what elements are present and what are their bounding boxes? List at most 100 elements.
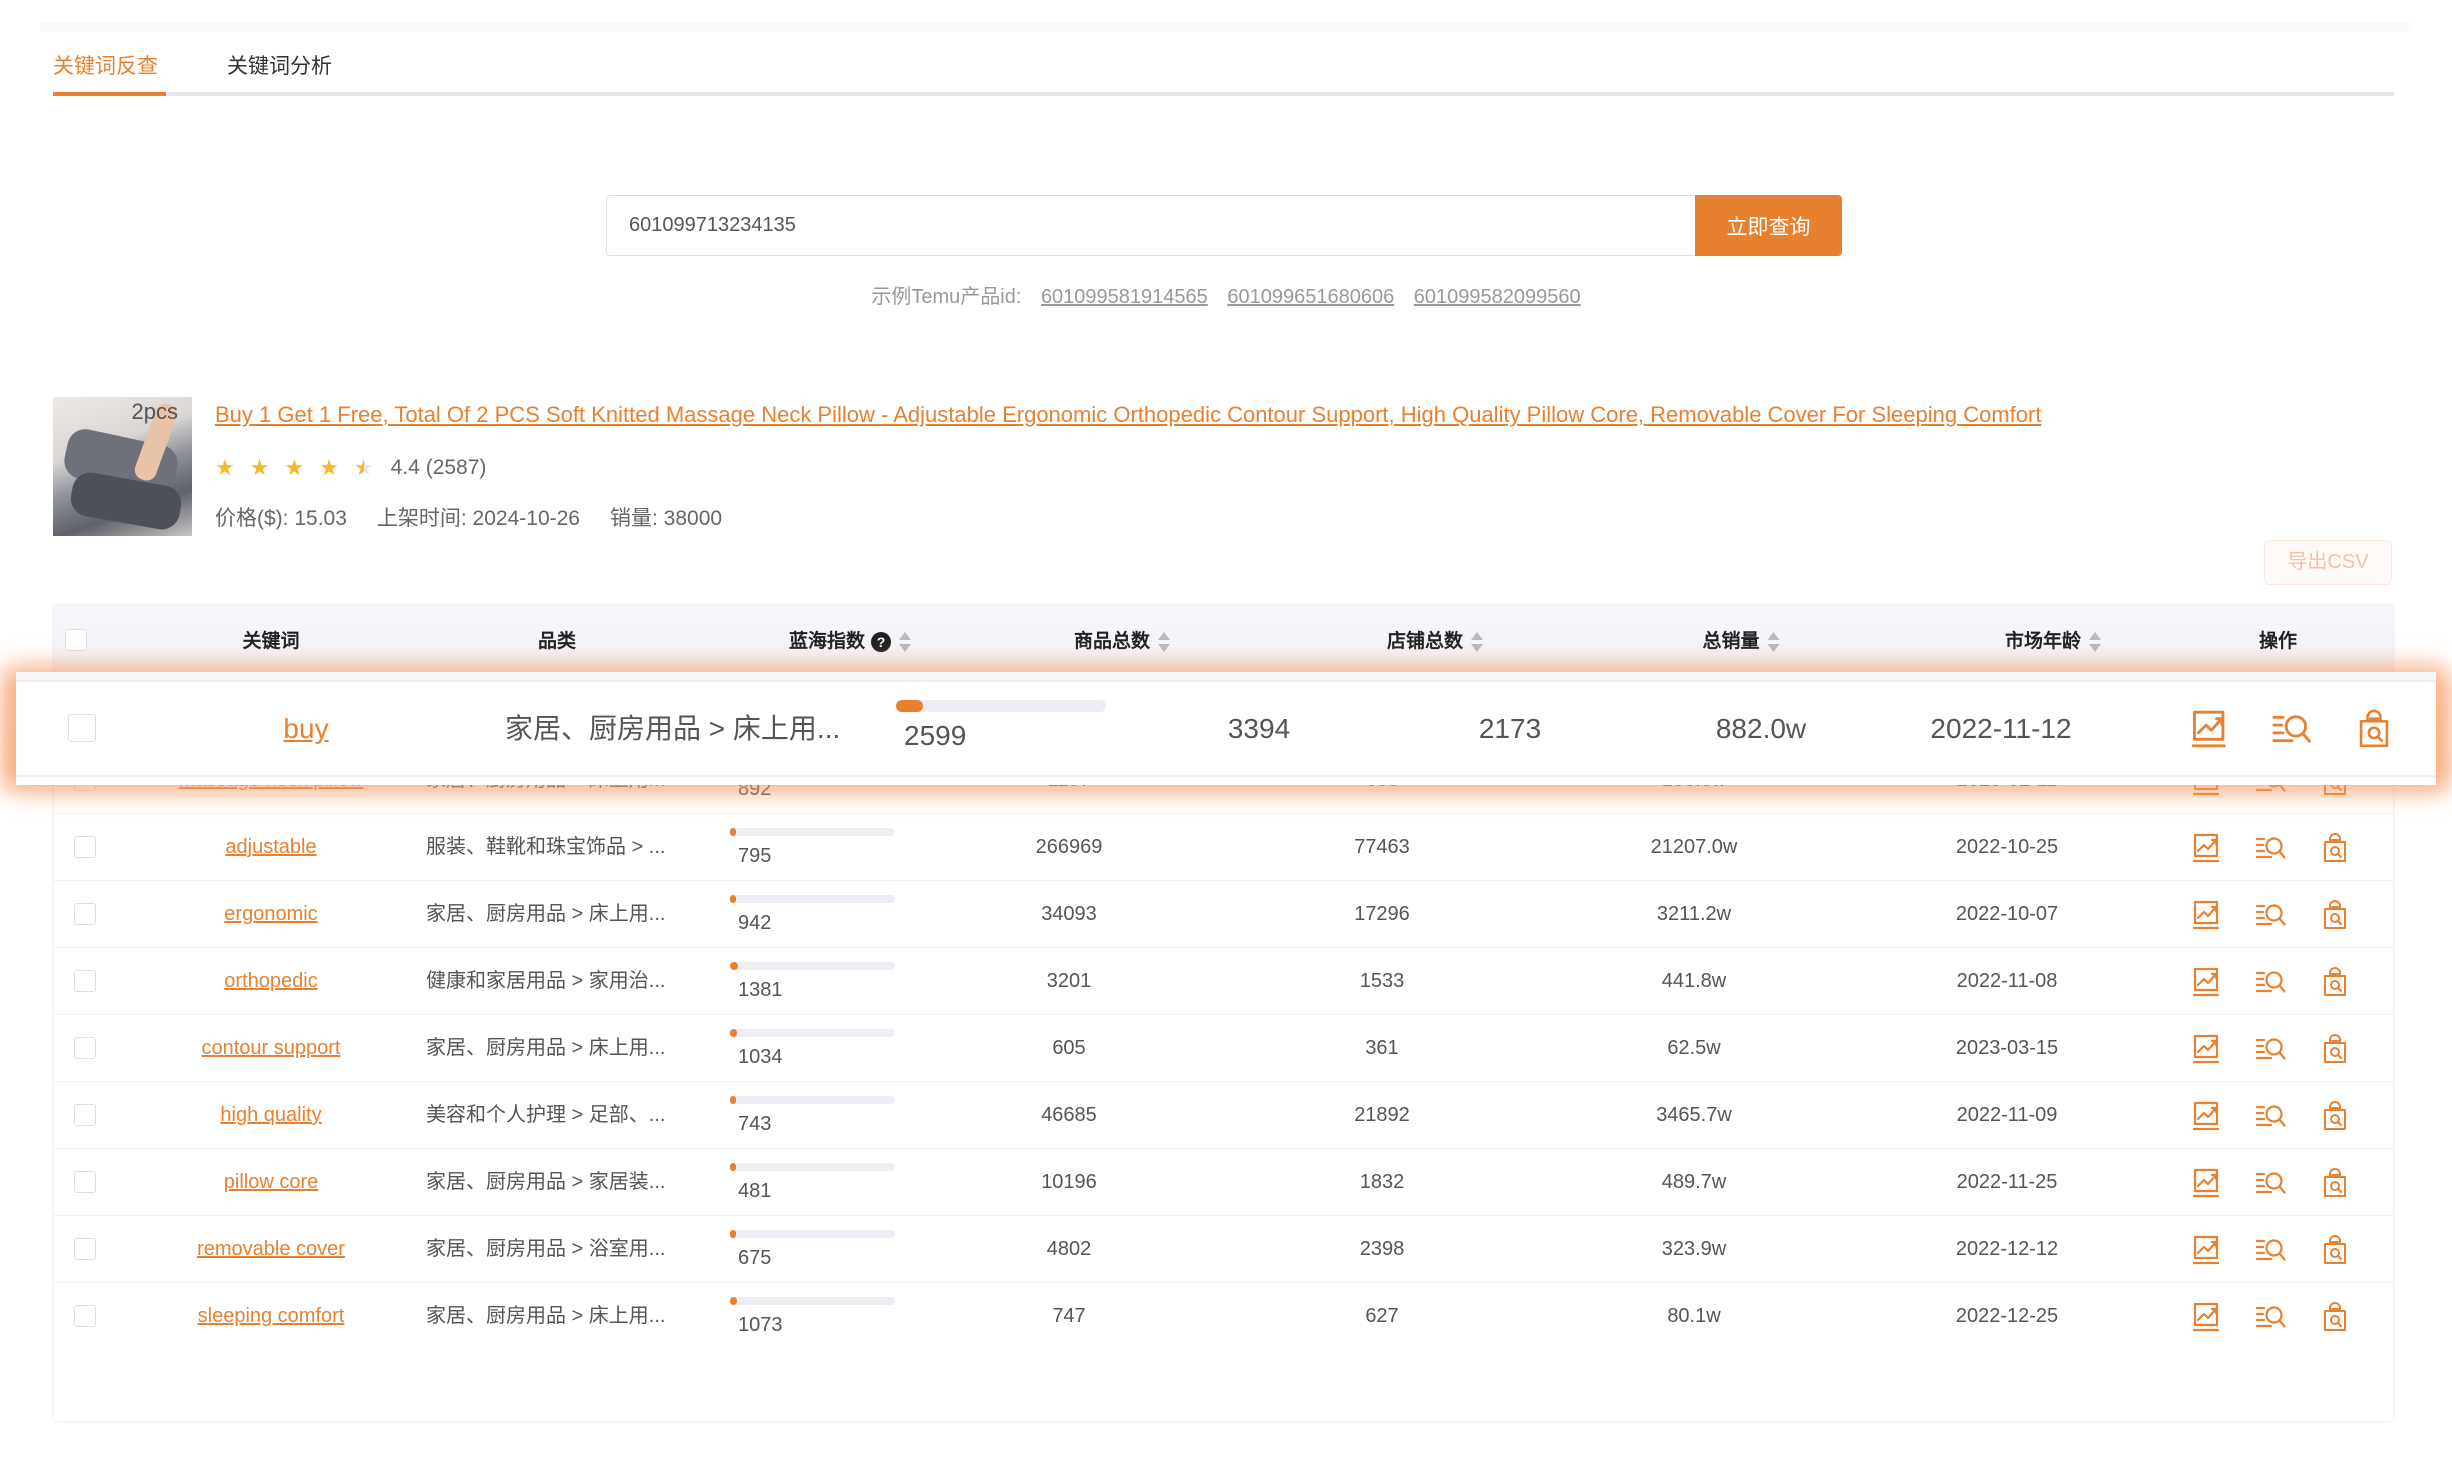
product-count: 3394 [1227, 713, 1291, 744]
product-image[interactable]: 2pcs [53, 397, 192, 536]
search-button[interactable]: 立即查询 [1695, 195, 1842, 256]
bag-search-button[interactable] [2318, 1166, 2352, 1200]
row-checkbox[interactable] [68, 714, 96, 742]
product-title-link[interactable]: Buy 1 Get 1 Free, Total Of 2 PCS Soft Kn… [215, 402, 2041, 428]
blue-ocean-index: 743 [730, 1096, 895, 1136]
tab-keyword-reverse-lookup[interactable]: 关键词反查 [53, 50, 158, 80]
index-bar-track [730, 962, 895, 970]
trend-chart-button[interactable] [2190, 1099, 2224, 1133]
trend-chart-button[interactable] [2190, 831, 2224, 865]
category-text: 家居、厨房用品 > 床上用... [426, 903, 666, 925]
list-search-button[interactable] [2254, 1032, 2288, 1066]
row-checkbox[interactable] [74, 1305, 96, 1327]
list-search-button[interactable] [2254, 898, 2288, 932]
bag-search-button[interactable] [2318, 1233, 2352, 1267]
market-age: 2023-03-15 [1955, 1037, 2059, 1059]
keyword-link[interactable]: sleeping comfort [198, 1283, 345, 1350]
bag-search-icon [2324, 1234, 2346, 1264]
index-bar-track [730, 1029, 895, 1037]
bag-search-icon [2359, 709, 2389, 747]
market-age: 2022-12-25 [1955, 1305, 2059, 1327]
bag-search-button[interactable] [2318, 1099, 2352, 1133]
row-checkbox[interactable] [74, 1171, 96, 1193]
keyword-link[interactable]: orthopedic [224, 948, 317, 1015]
header-label: 操作 [2258, 631, 2298, 652]
example-id-link[interactable]: 601099581914565 [1041, 286, 1208, 308]
sort-icon[interactable] [2089, 631, 2102, 652]
star-icon: ★ [319, 455, 339, 480]
trend-chart-button[interactable] [2190, 1166, 2224, 1200]
total-sales: 3211.2w [1656, 903, 1732, 925]
trend-chart-button[interactable] [2190, 1032, 2224, 1066]
index-bar-fill [730, 1029, 737, 1037]
table-row: sleeping comfort 家居、厨房用品 > 床上用... 1073 7… [54, 1282, 2393, 1349]
list-search-icon [2255, 970, 2286, 993]
keyword-link[interactable]: adjustable [225, 814, 316, 881]
index-value: 1073 [738, 1314, 783, 1336]
bag-search-icon [2324, 1167, 2346, 1197]
bag-search-button[interactable] [2318, 831, 2352, 865]
product-id-input[interactable] [606, 195, 1696, 256]
bag-search-button[interactable] [2318, 1032, 2352, 1066]
table-row: removable cover 家居、厨房用品 > 浴室用... 675 480… [54, 1215, 2393, 1282]
trend-chart-icon [2192, 1302, 2220, 1331]
shop-count: 1832 [1359, 1171, 1405, 1193]
trend-chart-button[interactable] [2190, 1300, 2224, 1334]
market-age: 2022-11-08 [1956, 970, 2058, 992]
index-value: 942 [738, 912, 772, 934]
product-count: 3201 [1046, 970, 1092, 992]
list-search-button[interactable] [2254, 1099, 2288, 1133]
keyword-link[interactable]: high quality [220, 1082, 321, 1149]
list-search-button[interactable] [2254, 1233, 2288, 1267]
trend-chart-button[interactable] [2190, 1233, 2224, 1267]
sort-icon[interactable] [1767, 631, 1780, 652]
help-icon[interactable]: ? [871, 631, 892, 652]
example-id-link[interactable]: 601099582099560 [1414, 286, 1581, 308]
list-search-button[interactable] [2254, 831, 2288, 865]
list-search-button[interactable] [2270, 707, 2314, 751]
total-sales: 3465.7w [1656, 1104, 1732, 1126]
bag-search-button[interactable] [2318, 1300, 2352, 1334]
row-checkbox[interactable] [74, 836, 96, 858]
list-search-button[interactable] [2254, 965, 2288, 999]
sort-icon[interactable] [899, 631, 912, 652]
table-row: orthopedic 健康和家居用品 > 家用治... 1381 3201 15… [54, 947, 2393, 1014]
shop-count: 17296 [1354, 903, 1410, 925]
row-checkbox[interactable] [74, 1238, 96, 1260]
shop-count: 361 [1365, 1037, 1399, 1059]
product-count: 34093 [1041, 903, 1097, 925]
header-label: 总销量 [1702, 631, 1760, 652]
bag-search-icon [2324, 1301, 2346, 1331]
row-checkbox[interactable] [74, 1037, 96, 1059]
keyword-link[interactable]: removable cover [197, 1216, 345, 1283]
list-search-button[interactable] [2254, 1300, 2288, 1334]
row-checkbox[interactable] [74, 903, 96, 925]
row-checkbox[interactable] [74, 970, 96, 992]
keyword-link[interactable]: contour support [202, 1015, 341, 1082]
export-csv-button[interactable]: 导出CSV [2264, 540, 2392, 585]
example-id-link[interactable]: 601099651680606 [1227, 286, 1394, 308]
keyword-link[interactable]: buy [283, 672, 328, 785]
tab-keyword-analysis[interactable]: 关键词分析 [227, 50, 332, 80]
header-label: 市场年龄 [2004, 631, 2082, 652]
row-checkbox[interactable] [74, 1104, 96, 1126]
list-search-button[interactable] [2254, 1166, 2288, 1200]
market-age: 2022-11-12 [1930, 713, 2072, 744]
bag-search-button[interactable] [2318, 898, 2352, 932]
category-text: 美容和个人护理 > 足部、... [426, 1104, 666, 1126]
trend-chart-button[interactable] [2188, 707, 2232, 751]
trend-chart-button[interactable] [2190, 898, 2224, 932]
bag-search-button[interactable] [2318, 965, 2352, 999]
index-value: 1381 [738, 979, 783, 1001]
table-row: adjustable 服装、鞋靴和珠宝饰品 > ... 795 266969 7… [54, 813, 2393, 880]
keyword-link[interactable]: ergonomic [224, 881, 317, 948]
trend-chart-button[interactable] [2190, 965, 2224, 999]
row-actions [2190, 814, 2352, 881]
select-all-checkbox[interactable] [65, 629, 87, 651]
bag-search-icon [2324, 899, 2346, 929]
sort-icon[interactable] [1471, 631, 1484, 652]
sort-icon[interactable] [1158, 631, 1171, 652]
bag-search-button[interactable] [2352, 707, 2396, 751]
category-text: 服装、鞋靴和珠宝饰品 > ... [426, 836, 666, 858]
keyword-link[interactable]: pillow core [224, 1149, 318, 1216]
